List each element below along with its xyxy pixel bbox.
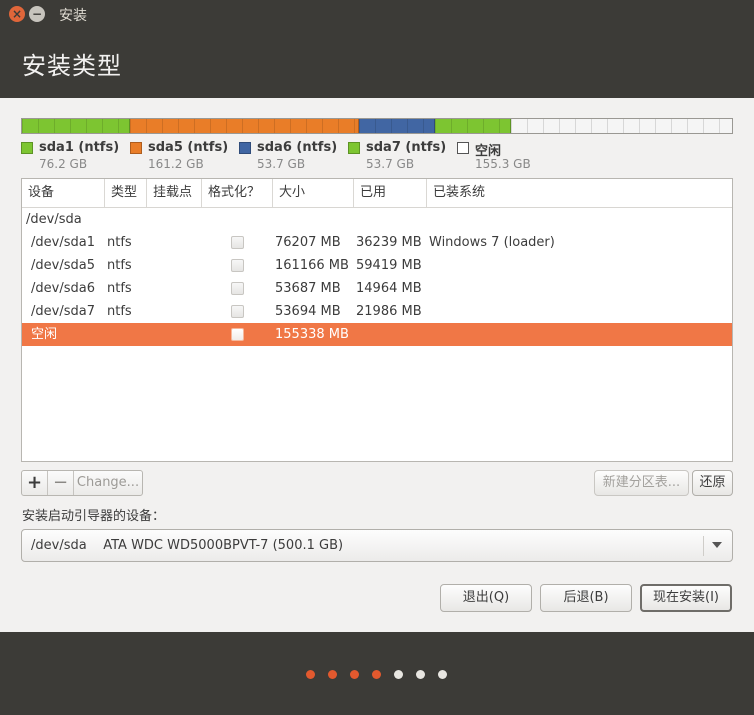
bootloader-device-value: /dev/sda ATA WDC WD5000BPVT-7 (500.1 GB) (31, 538, 344, 553)
format-checkbox[interactable] (231, 305, 244, 318)
column-header-size[interactable]: 大小 (273, 179, 354, 207)
row-type: ntfs (107, 258, 132, 273)
progress-dot-complete (328, 670, 337, 679)
row-used: 14964 MB (356, 281, 422, 296)
new-partition-table-button[interactable]: 新建分区表... (594, 470, 689, 496)
format-checkbox[interactable] (231, 259, 244, 272)
chevron-down-icon[interactable] (712, 542, 722, 548)
installer-window: × − 安装 安装类型 sda1 (ntfs) 76.2 GB sda5 (ntfs… (0, 0, 754, 715)
row-type: ntfs (107, 304, 132, 319)
row-type: ntfs (107, 281, 132, 296)
row-size: 53687 MB (275, 281, 341, 296)
row-used: 59419 MB (356, 258, 422, 273)
progress-dots (0, 670, 754, 682)
page-title: 安装类型 (22, 52, 122, 80)
table-row[interactable]: /dev/sda6 ntfs 53687 MB 14964 MB (22, 277, 732, 300)
row-used: 21986 MB (356, 304, 422, 319)
partition-bar-segment (511, 119, 732, 133)
column-header-format[interactable]: 格式化？ (202, 179, 273, 207)
remove-partition-button[interactable]: − (48, 471, 74, 495)
column-header-used[interactable]: 已用 (354, 179, 427, 207)
legend-swatch (239, 142, 251, 154)
row-size: 155338 MB (275, 327, 349, 342)
progress-dot-pending (394, 670, 403, 679)
legend-name: sda7 (ntfs) (366, 140, 447, 155)
table-row[interactable]: /dev/sda5 ntfs 161166 MB 59419 MB (22, 254, 732, 277)
add-partition-button[interactable]: + (22, 471, 48, 495)
legend-size: 76.2 GB (39, 157, 88, 171)
row-device: /dev/sda (26, 212, 82, 227)
row-system: Windows 7 (loader) (429, 235, 555, 250)
title-bar: × − 安装 (0, 0, 754, 28)
row-used: 36239 MB (356, 235, 422, 250)
legend-swatch (348, 142, 360, 154)
row-device: /dev/sda1 (31, 235, 95, 250)
row-size: 161166 MB (275, 258, 349, 273)
legend-size: 155.3 GB (475, 157, 531, 171)
row-device: /dev/sda7 (31, 304, 95, 319)
format-checkbox[interactable] (231, 282, 244, 295)
column-header-type[interactable]: 类型 (105, 179, 147, 207)
progress-dot-pending (416, 670, 425, 679)
format-checkbox[interactable] (231, 236, 244, 249)
partition-bar-segment (435, 119, 512, 133)
legend-size: 53.7 GB (257, 157, 306, 171)
partition-bar-segment (22, 119, 131, 133)
legend-name: sda6 (ntfs) (257, 140, 338, 155)
row-size: 53694 MB (275, 304, 341, 319)
table-header: 设备 类型 挂载点 格式化？ 大小 已用 已装系统 (22, 179, 732, 208)
table-row[interactable]: /dev/sda (22, 208, 732, 231)
bootloader-label: 安装启动引导器的设备： (22, 509, 166, 524)
legend-swatch (21, 142, 33, 154)
page-header: 安装类型 (0, 28, 754, 98)
combo-separator (703, 536, 704, 556)
column-header-device[interactable]: 设备 (22, 179, 105, 207)
table-row-selected[interactable]: 空闲 155338 MB (22, 323, 732, 346)
legend-name: sda5 (ntfs) (148, 140, 229, 155)
legend-name: sda1 (ntfs) (39, 140, 120, 155)
partition-tools: + − Change... (21, 470, 143, 496)
partition-table[interactable]: 设备 类型 挂载点 格式化？ 大小 已用 已装系统 /dev/sda /dev/… (21, 178, 733, 462)
legend-swatch (130, 142, 142, 154)
row-type: ntfs (107, 235, 132, 250)
legend-size: 53.7 GB (366, 157, 415, 171)
partition-bar-segment (130, 119, 359, 133)
quit-button[interactable]: 退出(Q) (440, 584, 532, 612)
partition-bar (21, 118, 733, 134)
change-partition-button[interactable]: Change... (74, 471, 142, 495)
close-icon[interactable]: × (9, 6, 25, 22)
install-now-button[interactable]: 现在安装(I) (640, 584, 732, 612)
minimize-icon[interactable]: − (29, 6, 45, 22)
partition-bar-segment (358, 119, 436, 133)
bootloader-device-select[interactable]: /dev/sda ATA WDC WD5000BPVT-7 (500.1 GB) (21, 529, 733, 562)
back-button[interactable]: 后退(B) (540, 584, 632, 612)
legend-swatch (457, 142, 469, 154)
revert-button[interactable]: 还原 (692, 470, 733, 496)
progress-dot-complete (306, 670, 315, 679)
footer (0, 632, 754, 715)
format-checkbox[interactable] (231, 328, 244, 341)
table-row[interactable]: /dev/sda7 ntfs 53694 MB 21986 MB (22, 300, 732, 323)
progress-dot-complete (350, 670, 359, 679)
column-header-mount[interactable]: 挂载点 (147, 179, 202, 207)
row-device: 空闲 (31, 327, 58, 342)
row-size: 76207 MB (275, 235, 341, 250)
progress-dot-pending (438, 670, 447, 679)
window-title: 安装 (59, 8, 87, 24)
progress-dot-complete (372, 670, 381, 679)
row-device: /dev/sda5 (31, 258, 95, 273)
table-row[interactable]: /dev/sda1 ntfs 76207 MB 36239 MB Windows… (22, 231, 732, 254)
row-device: /dev/sda6 (31, 281, 95, 296)
legend-size: 161.2 GB (148, 157, 204, 171)
column-header-system[interactable]: 已装系统 (427, 179, 732, 207)
